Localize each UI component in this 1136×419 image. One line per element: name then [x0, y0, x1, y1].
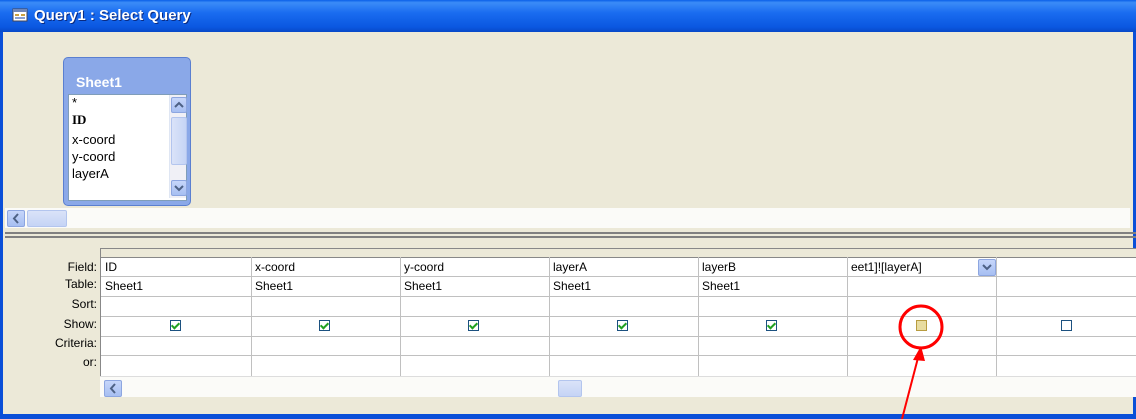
grid-line — [101, 296, 1136, 297]
pane-splitter-line — [5, 236, 1136, 238]
arrow-left-icon[interactable] — [104, 380, 122, 397]
row-label-criteria: Criteria: — [54, 336, 97, 350]
field-cell[interactable]: ID — [101, 259, 251, 275]
arrow-down-icon[interactable] — [171, 180, 187, 196]
arrow-left-icon[interactable] — [7, 210, 25, 227]
arrow-up-icon[interactable] — [171, 97, 187, 113]
show-checkbox[interactable] — [766, 320, 777, 331]
table-cell[interactable]: Sheet1 — [698, 278, 847, 294]
title-bar[interactable]: Query1 : Select Query — [0, 0, 1136, 32]
table-cell[interactable]: Sheet1 — [101, 278, 251, 294]
show-checkbox[interactable] — [170, 320, 181, 331]
qbe-hscrollbar[interactable] — [100, 376, 1136, 397]
field-list-item[interactable]: ID — [72, 112, 86, 128]
query-window: Query1 : Select Query Sheet1 * ID x-coor… — [0, 0, 1136, 419]
field-list[interactable]: * ID x-coord y-coord layerA — [68, 94, 187, 201]
row-label-show: Show: — [63, 317, 97, 331]
chevron-down-icon[interactable] — [978, 259, 996, 276]
field-list-item[interactable]: layerA — [72, 166, 109, 181]
grid-line — [847, 257, 848, 377]
table-box-title: Sheet1 — [76, 74, 122, 90]
field-list-scroll-thumb[interactable] — [171, 117, 187, 165]
column-selector[interactable] — [400, 249, 550, 258]
grid-line — [101, 336, 1136, 337]
column-selector[interactable] — [101, 249, 252, 258]
field-list-scrollbar[interactable] — [169, 95, 187, 198]
field-cell[interactable]: layerA — [549, 259, 698, 275]
column-selector[interactable] — [996, 249, 1136, 258]
query-window-icon — [12, 8, 28, 22]
qbe-scroll-thumb[interactable] — [558, 380, 582, 397]
field-cell[interactable]: x-coord — [251, 259, 400, 275]
qbe-row-labels: Field: Table: Sort: Show: Criteria: or: — [5, 240, 97, 390]
show-checkbox[interactable] — [617, 320, 628, 331]
row-label-or: or: — [82, 355, 97, 369]
table-cell[interactable]: Sheet1 — [251, 278, 400, 294]
column-selector[interactable] — [698, 249, 848, 258]
window-frame-bottom — [0, 414, 1136, 419]
qbe-grid: ID x-coord y-coord layerA layerB eet1]![… — [100, 248, 1136, 377]
row-label-field: Field: — [67, 260, 97, 274]
table-pane-scroll-thumb[interactable] — [27, 210, 67, 227]
column-selector[interactable] — [549, 249, 699, 258]
grid-line — [400, 257, 401, 377]
show-checkbox[interactable] — [319, 320, 330, 331]
show-checkbox[interactable] — [1061, 320, 1072, 331]
field-cell[interactable]: layerB — [698, 259, 847, 275]
field-cell-expression[interactable]: eet1]![layerA] — [847, 259, 972, 275]
field-list-item[interactable]: * — [72, 95, 77, 110]
show-checkbox[interactable] — [468, 320, 479, 331]
field-cell[interactable]: y-coord — [400, 259, 549, 275]
window-title: Query1 : Select Query — [34, 7, 191, 24]
table-cell[interactable]: Sheet1 — [549, 278, 698, 294]
grid-line — [251, 257, 252, 377]
show-checkbox-unchecked-highlighted[interactable] — [916, 320, 927, 331]
field-list-item[interactable]: y-coord — [72, 149, 115, 164]
table-cell[interactable]: Sheet1 — [400, 278, 549, 294]
table-pane-hscrollbar[interactable] — [5, 208, 1130, 228]
row-label-table: Table: — [64, 277, 97, 291]
grid-line — [996, 257, 997, 377]
field-list-item[interactable]: x-coord — [72, 132, 115, 147]
grid-line — [549, 257, 550, 377]
grid-line — [101, 316, 1136, 317]
pane-splitter[interactable] — [5, 232, 1136, 234]
column-selector[interactable] — [251, 249, 401, 258]
grid-line — [698, 257, 699, 377]
column-selector[interactable] — [847, 249, 997, 258]
row-label-sort: Sort: — [71, 297, 97, 311]
grid-line — [101, 355, 1136, 356]
